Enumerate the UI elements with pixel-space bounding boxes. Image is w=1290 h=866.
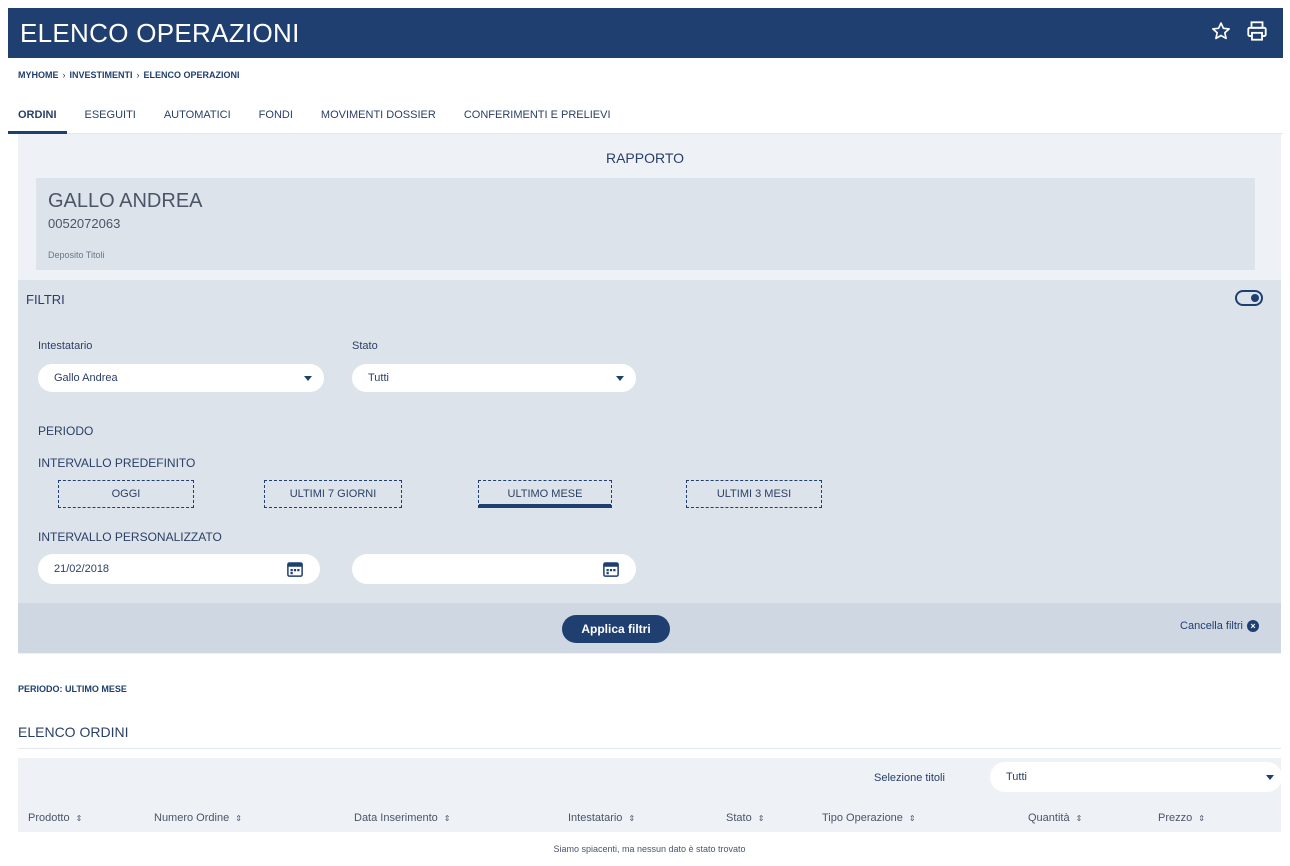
sort-icon: ⇕ bbox=[908, 814, 916, 823]
stato-select[interactable]: Tutti bbox=[352, 364, 636, 392]
breadcrumb-separator: › bbox=[136, 70, 140, 80]
date-from-value: 21/02/2018 bbox=[54, 563, 110, 575]
column-header-numero-ordine[interactable]: Numero Ordine ⇕ bbox=[154, 812, 242, 824]
chevron-down-icon bbox=[304, 376, 312, 381]
intervallo-predefinito-label: INTERVALLO PREDEFINITO bbox=[38, 456, 196, 470]
tab-automatici[interactable]: AUTOMATICI bbox=[154, 96, 241, 134]
column-header-label: Data Inserimento bbox=[354, 812, 438, 824]
sort-icon: ⇕ bbox=[757, 814, 765, 823]
column-header-stato[interactable]: Stato ⇕ bbox=[726, 812, 764, 824]
chevron-down-icon bbox=[616, 376, 624, 381]
cancel-filters-link[interactable]: Cancella filtri × bbox=[1180, 620, 1259, 632]
sort-icon: ⇕ bbox=[628, 814, 636, 823]
sort-icon: ⇕ bbox=[1198, 814, 1205, 823]
filters-footer: Applica filtri Cancella filtri × bbox=[18, 603, 1281, 653]
close-circle-icon: × bbox=[1247, 620, 1259, 632]
column-header-quantita[interactable]: Quantità ⇕ bbox=[1028, 812, 1082, 824]
periodo-summary: PERIODO: ULTIMO MESE bbox=[18, 684, 127, 694]
column-header-label: Numero Ordine bbox=[154, 812, 230, 824]
column-header-data-inserimento[interactable]: Data Inserimento ⇕ bbox=[354, 812, 450, 824]
sort-icon: ⇕ bbox=[235, 814, 242, 823]
toggle-knob bbox=[1251, 294, 1259, 302]
column-header-tipo-operazione[interactable]: Tipo Operazione ⇕ bbox=[822, 812, 916, 824]
calendar-icon[interactable] bbox=[602, 560, 620, 578]
tab-eseguiti[interactable]: ESEGUITI bbox=[75, 96, 146, 134]
page-title: ELENCO OPERAZIONI bbox=[20, 18, 300, 48]
breadcrumb: MYHOME › INVESTIMENTI › ELENCO OPERAZION… bbox=[18, 70, 240, 80]
page-header: ELENCO OPERAZIONI bbox=[8, 8, 1283, 58]
filters-toggle[interactable] bbox=[1235, 290, 1263, 306]
column-header-label: Prezzo bbox=[1158, 812, 1193, 824]
account-holder-name: GALLO ANDREA bbox=[48, 190, 203, 212]
account-type: Deposito Titoli bbox=[48, 250, 105, 260]
date-to-input[interactable] bbox=[352, 554, 636, 584]
filters-title: FILTRI bbox=[26, 292, 65, 307]
column-header-label: Quantità bbox=[1028, 812, 1070, 824]
breadcrumb-item-myhome[interactable]: MYHOME bbox=[18, 70, 59, 80]
tab-fondi[interactable]: FONDI bbox=[249, 96, 303, 134]
column-header-label: Stato bbox=[726, 812, 752, 824]
breadcrumb-separator: › bbox=[62, 70, 66, 80]
period-button-ultimi-7-giorni[interactable]: ULTIMI 7 GIORNI bbox=[264, 480, 402, 508]
breadcrumb-item-elenco-operazioni: ELENCO OPERAZIONI bbox=[143, 70, 240, 80]
intestatario-select[interactable]: Gallo Andrea bbox=[38, 364, 324, 392]
cancel-filters-label: Cancella filtri bbox=[1180, 620, 1243, 632]
stato-value: Tutti bbox=[368, 372, 389, 384]
tab-ordini[interactable]: ORDINI bbox=[8, 96, 67, 134]
tab-conferimenti-prelievi[interactable]: CONFERIMENTI E PRELIEVI bbox=[454, 96, 621, 134]
period-button-oggi[interactable]: OGGI bbox=[58, 480, 194, 508]
column-header-prodotto[interactable]: Prodotto ⇕ bbox=[28, 812, 82, 824]
orders-table-area: Selezione titoli Tutti Prodotto ⇕ Numero … bbox=[18, 758, 1282, 866]
selezione-titoli-value: Tutti bbox=[1006, 771, 1027, 783]
sort-icon: ⇕ bbox=[75, 814, 83, 823]
period-button-ultimi-3-mesi[interactable]: ULTIMI 3 MESI bbox=[686, 480, 822, 508]
star-outline-icon[interactable] bbox=[1209, 19, 1233, 43]
selezione-titoli-label: Selezione titoli bbox=[874, 772, 945, 784]
filters-panel: FILTRI Intestatario Gallo Andrea Stato T… bbox=[18, 280, 1281, 653]
apply-filters-button[interactable]: Applica filtri bbox=[562, 615, 670, 643]
column-header-label: Tipo Operazione bbox=[822, 812, 903, 824]
periodo-label: PERIODO bbox=[38, 424, 94, 438]
intestatario-label: Intestatario bbox=[38, 340, 93, 352]
account-number: 0052072063 bbox=[48, 216, 121, 231]
section-title-elenco-ordini: ELENCO ORDINI bbox=[18, 724, 129, 740]
column-header-label: Intestatario bbox=[568, 812, 623, 824]
sort-icon: ⇕ bbox=[1075, 814, 1083, 823]
intestatario-value: Gallo Andrea bbox=[54, 372, 118, 384]
selezione-titoli-select[interactable]: Tutti bbox=[990, 762, 1282, 792]
rapporto-label: RAPPORTO bbox=[605, 150, 685, 166]
section-divider bbox=[18, 748, 1281, 749]
period-button-ultimo-mese[interactable]: ULTIMO MESE bbox=[478, 480, 612, 508]
column-header-intestatario[interactable]: Intestatario ⇕ bbox=[568, 812, 635, 824]
breadcrumb-item-investimenti[interactable]: INVESTIMENTI bbox=[70, 70, 133, 80]
chevron-down-icon bbox=[1266, 775, 1274, 780]
column-header-prezzo[interactable]: Prezzo ⇕ bbox=[1158, 812, 1205, 824]
tab-movimenti-dossier[interactable]: MOVIMENTI DOSSIER bbox=[311, 96, 446, 134]
tab-bar: ORDINI ESEGUITI AUTOMATICI FONDI MOVIMEN… bbox=[8, 96, 1283, 134]
sort-icon: ⇕ bbox=[443, 814, 451, 823]
calendar-icon[interactable] bbox=[286, 560, 304, 578]
date-from-input[interactable]: 21/02/2018 bbox=[38, 554, 320, 584]
rapporto-card: GALLO ANDREA 0052072063 Deposito Titoli bbox=[36, 178, 1255, 270]
column-header-label: Prodotto bbox=[28, 812, 70, 824]
printer-icon[interactable] bbox=[1245, 19, 1269, 43]
intervallo-personalizzato-label: INTERVALLO PERSONALIZZATO bbox=[38, 530, 222, 544]
empty-table-message: Siamo spiacenti, ma nessun dato è stato … bbox=[18, 832, 1281, 866]
stato-label: Stato bbox=[352, 340, 378, 352]
